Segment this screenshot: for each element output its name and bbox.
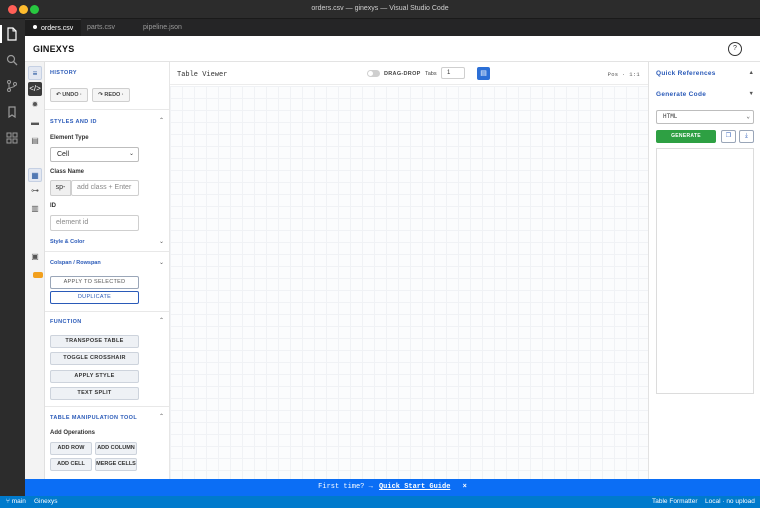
help-button[interactable]: ?: [728, 42, 742, 56]
element-type-select[interactable]: Cell ⌄: [50, 147, 139, 162]
id-label: ID: [50, 203, 56, 209]
table-manipulation-title: TABLE MANIPULATION TOOL: [50, 415, 138, 421]
divider: [45, 311, 169, 312]
table-canvas[interactable]: [170, 86, 648, 479]
generate-code-title[interactable]: Generate Code: [656, 91, 706, 98]
id-input[interactable]: element id: [50, 215, 139, 231]
redo-button[interactable]: ↷ REDO ·: [92, 88, 130, 102]
collapse-icon[interactable]: ⌃: [159, 117, 164, 124]
quick-start-link[interactable]: Quick Start Guide: [379, 483, 450, 491]
format-select[interactable]: HTML ⌄: [656, 110, 754, 124]
viewer-toolbar: Table Viewer DRAG-DROP Tabs 1 ▤ Pos · 1:…: [170, 62, 648, 85]
add-cell-button[interactable]: ADD CELL: [50, 458, 92, 471]
new-badge-icon: [33, 272, 43, 278]
chevron-down-icon[interactable]: ⌄: [159, 259, 164, 266]
undo-button[interactable]: ↶ UNDO ·: [50, 88, 88, 102]
tabs-label: Tabs: [425, 71, 437, 77]
bookmark-icon[interactable]: [5, 105, 19, 119]
drag-drop-toggle[interactable]: [367, 70, 380, 77]
add-operations-label: Add Operations: [50, 430, 96, 436]
code-output[interactable]: [656, 148, 754, 394]
banner-text: First time? →: [318, 483, 373, 491]
plugin-icon[interactable]: ▣: [28, 250, 42, 264]
styles-title: STYLES AND ID: [50, 119, 97, 125]
branch-status[interactable]: ⑂ main: [6, 496, 26, 508]
brand-logo: GINEXYS: [33, 44, 75, 54]
class-prefix: sp-: [50, 180, 71, 196]
class-name-input[interactable]: add class + Enter: [71, 180, 139, 196]
chevron-down-icon: ⌄: [746, 113, 750, 120]
ginexys-webview: GINEXYS ? ≡ </> ✹ ▬ ▤ ▦ ⊶ ▥ ▣ HISTORY ↶ …: [25, 36, 760, 496]
table-icon[interactable]: ▦: [28, 168, 42, 182]
text-split-button[interactable]: TEXT SPLIT: [50, 387, 139, 400]
collapse-icon[interactable]: ⌃: [159, 413, 164, 420]
left-panel: HISTORY ↶ UNDO · ↷ REDO · STYLES AND ID …: [45, 62, 170, 479]
right-panel: Quick References ▲ Generate Code ▼ HTML …: [648, 62, 760, 479]
code-icon[interactable]: </>: [28, 82, 42, 96]
viewer-title: Table Viewer: [177, 71, 228, 79]
tab-orders-csv[interactable]: orders.csv: [25, 19, 82, 36]
quick-start-banner: First time? → Quick Start Guide ×: [25, 479, 760, 496]
chevron-up-icon[interactable]: ▲: [749, 70, 754, 76]
add-row-button[interactable]: ADD ROW: [50, 442, 92, 455]
flow-icon[interactable]: ⊶: [28, 184, 42, 198]
tool-rail: ≡ </> ✹ ▬ ▤ ▦ ⊶ ▥ ▣: [25, 62, 45, 479]
editor-tab-bar: orders.csv parts.csv pipeline.json: [25, 19, 760, 36]
status-bar: ⑂ main Ginexys Table Formatter Local · n…: [0, 496, 760, 508]
database-icon[interactable]: ▥: [28, 202, 42, 216]
copy-icon[interactable]: ❐: [721, 130, 736, 143]
unsaved-dot-icon: [33, 25, 37, 29]
duplicate-button[interactable]: DUPLICATE: [50, 291, 139, 304]
search-icon[interactable]: [5, 53, 19, 67]
table-formatter-status[interactable]: Table Formatter: [652, 496, 698, 508]
files-icon[interactable]: [0, 25, 19, 43]
style-color-toggle[interactable]: Style & Color: [50, 239, 85, 245]
document-icon[interactable]: ▤: [28, 134, 42, 148]
chevron-down-icon[interactable]: ▼: [749, 91, 754, 97]
title-bar: orders.csv — ginexys — Visual Studio Cod…: [0, 0, 760, 19]
app-header: GINEXYS ?: [25, 36, 760, 62]
apply-to-selected-button[interactable]: APPLY TO SELECTED: [50, 276, 139, 289]
function-title: FUNCTION: [50, 319, 82, 325]
tab-pipeline-json[interactable]: pipeline.json: [135, 19, 190, 36]
history-title: HISTORY: [50, 70, 77, 76]
chevron-down-icon: ⌄: [128, 151, 134, 157]
close-icon[interactable]: ×: [463, 483, 467, 491]
app-status[interactable]: Ginexys: [34, 496, 57, 508]
collapse-icon[interactable]: ⌃: [159, 317, 164, 324]
tabs-input[interactable]: 1: [441, 67, 465, 79]
window-title: orders.csv — ginexys — Visual Studio Cod…: [311, 5, 449, 12]
class-name-label: Class Name: [50, 169, 85, 175]
table-viewer: Table Viewer DRAG-DROP Tabs 1 ▤ Pos · 1:…: [170, 62, 648, 479]
transpose-table-button[interactable]: TRANSPOSE TABLE: [50, 335, 139, 348]
colspan-toggle[interactable]: Colspan / Rowspan: [50, 260, 101, 266]
divider: [45, 251, 169, 252]
divider: [45, 406, 169, 407]
extensions-icon[interactable]: [5, 131, 19, 145]
activity-bar: [0, 19, 25, 496]
download-icon[interactable]: ⤓: [739, 130, 754, 143]
toggle-crosshair-button[interactable]: TOGGLE CROSSHAIR: [50, 352, 139, 365]
document-icon[interactable]: ▤: [477, 67, 490, 80]
divider: [45, 109, 169, 110]
quick-references-title[interactable]: Quick References: [656, 70, 716, 77]
generate-button[interactable]: GENERATE: [656, 130, 716, 143]
settings-icon[interactable]: ✹: [28, 98, 42, 112]
merge-cells-button[interactable]: MERGE CELLS: [95, 458, 137, 471]
menu-icon[interactable]: ≡: [28, 66, 42, 80]
upload-status[interactable]: Local · no upload: [705, 496, 755, 508]
add-column-button[interactable]: ADD COLUMN: [95, 442, 137, 455]
element-type-label: Element Type: [50, 135, 89, 141]
apply-style-button[interactable]: APPLY STYLE: [50, 370, 139, 383]
position-readout: Pos · 1:1: [607, 71, 640, 78]
chevron-down-icon[interactable]: ⌄: [159, 238, 164, 245]
drag-drop-label: DRAG-DROP: [384, 71, 421, 77]
tab-parts-csv[interactable]: parts.csv: [79, 19, 123, 36]
source-control-icon[interactable]: [5, 79, 19, 93]
folder-icon[interactable]: ▬: [28, 116, 42, 130]
